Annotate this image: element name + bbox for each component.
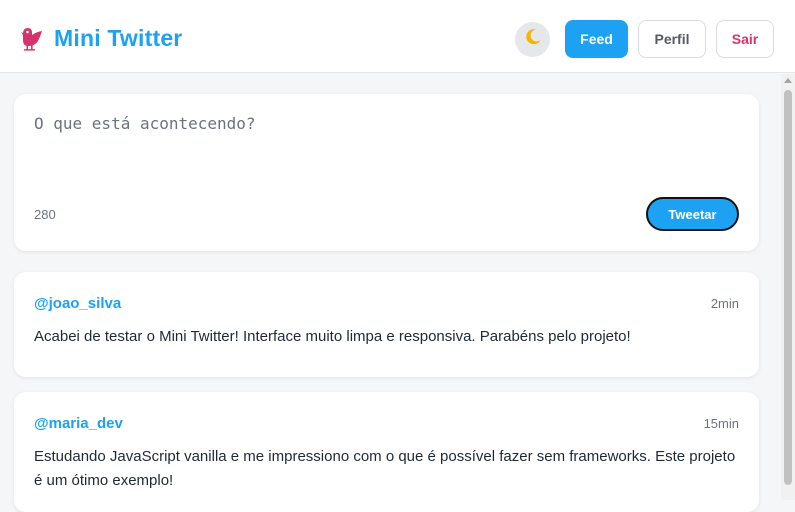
tweet-text: Acabei de testar o Mini Twitter! Interfa… (34, 328, 631, 345)
tweet-card: @maria_dev 15min Estudando JavaScript va… (14, 392, 759, 512)
nav-feed-button[interactable]: Feed (565, 20, 628, 58)
tweet-text: Estudando JavaScript vanilla e me impres… (34, 448, 736, 489)
brand: Mini Twitter (18, 24, 182, 52)
nav-sair-button[interactable]: Sair (716, 20, 774, 58)
tweet-username[interactable]: @joao_silva (34, 295, 121, 312)
tweet-button[interactable]: Tweetar (646, 197, 739, 231)
tweet-username[interactable]: @maria_dev (34, 415, 123, 432)
nav-perfil-button[interactable]: Perfil (638, 20, 706, 58)
theme-toggle-button[interactable] (515, 22, 550, 57)
app-title: Mini Twitter (54, 24, 183, 51)
tweet-card: @joao_silva 2min Acabei de testar o Mini… (14, 272, 759, 377)
char-counter: 280 (34, 207, 56, 222)
scroll-up-arrow-icon[interactable] (784, 78, 792, 83)
scrollbar-thumb[interactable] (784, 90, 792, 485)
compose-card: 280 Tweetar (14, 94, 759, 251)
bird-icon (18, 24, 46, 52)
tweet-timestamp: 2min (710, 296, 739, 311)
app-header: Mini Twitter Feed Perfil Sair (0, 0, 795, 73)
tweet-timestamp: 15min (703, 416, 739, 431)
moon-icon (523, 27, 543, 52)
scrollbar[interactable] (781, 74, 795, 500)
tweet-input[interactable] (34, 114, 734, 184)
